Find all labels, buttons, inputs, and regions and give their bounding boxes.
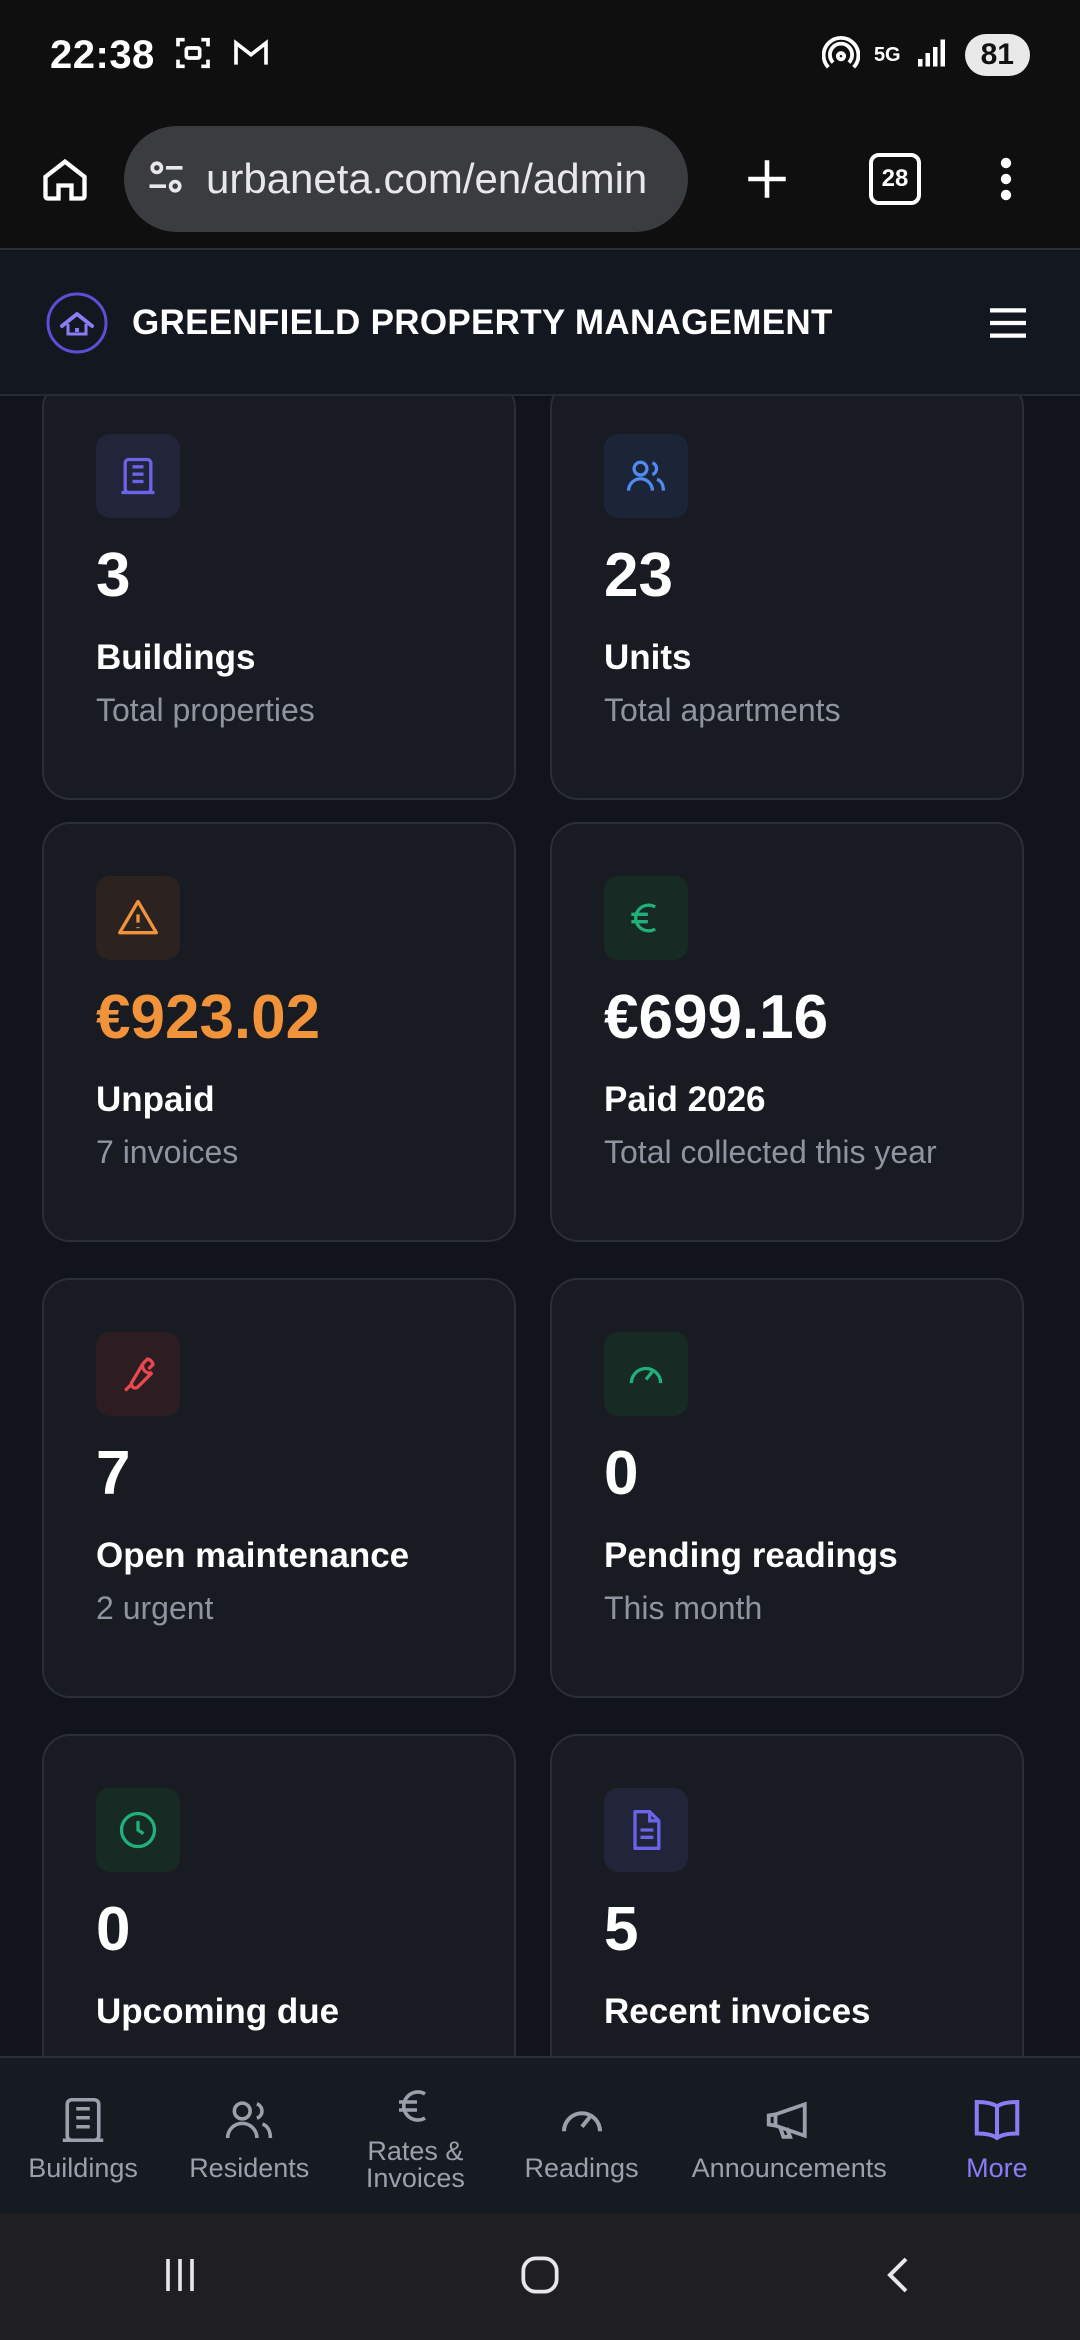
- app-header: GREENFIELD PROPERTY MANAGEMENT: [0, 252, 1080, 396]
- recent-apps-button[interactable]: [156, 2251, 204, 2304]
- card-value: €923.02: [96, 983, 321, 1052]
- card-recent-invoices[interactable]: 5 Recent invoices: [550, 1734, 1024, 2056]
- url-text[interactable]: urbaneta.com/en/admin: [206, 155, 647, 203]
- status-time: 22:38: [50, 32, 155, 77]
- home-icon: [43, 158, 87, 201]
- nav-label: Announcements: [691, 2152, 887, 2183]
- card-label: Unpaid: [96, 1080, 215, 1119]
- card-value: 7: [96, 1439, 131, 1508]
- card-icon-box: [604, 1788, 688, 1872]
- site-settings-icon[interactable]: [144, 155, 188, 204]
- card-subtext: This month: [604, 1590, 763, 1626]
- clock-icon: [119, 1811, 157, 1849]
- card-label: Recent invoices: [604, 1992, 871, 2031]
- card-value: €699.16: [604, 983, 829, 1052]
- card-value: 5: [604, 1895, 639, 1964]
- card-value: 23: [604, 541, 673, 610]
- card-subtext: Total apartments: [604, 692, 841, 728]
- home-button[interactable]: [30, 144, 100, 214]
- nav-item-announcements[interactable]: Announcements: [665, 2058, 914, 2216]
- nav-label: Buildings: [28, 2152, 138, 2183]
- card-label: Open maintenance: [96, 1536, 410, 1575]
- book-icon: [974, 2099, 1020, 2141]
- warning-icon: [118, 899, 158, 935]
- card-icon-box: [96, 1332, 180, 1416]
- plus-icon: [748, 160, 786, 198]
- card-subtext: Total properties: [96, 692, 315, 728]
- euro-icon: [631, 903, 657, 933]
- nav-item-more[interactable]: More: [914, 2058, 1080, 2216]
- gmail-icon: [231, 33, 271, 78]
- card-units[interactable]: 23 Units Total apartments: [550, 396, 1024, 800]
- signal-icon: [915, 35, 951, 76]
- tab-count[interactable]: 28: [869, 153, 921, 205]
- tab-switcher-button[interactable]: 28: [860, 144, 930, 214]
- building-icon: [62, 2097, 104, 2142]
- battery-indicator: 81: [964, 34, 1030, 76]
- users-icon: [626, 460, 666, 491]
- card-value: 0: [604, 1439, 639, 1508]
- card-paid[interactable]: €699.16 Paid 2026 Total collected this y…: [550, 822, 1024, 1242]
- card-icon-box: [96, 1788, 180, 1872]
- card-value: 3: [96, 541, 131, 610]
- card-icon-box: [604, 1332, 688, 1416]
- recent-apps-icon: [165, 2258, 194, 2291]
- wrench-icon: [123, 1357, 155, 1392]
- card-label: Buildings: [96, 638, 256, 677]
- nav-label: More: [966, 2152, 1028, 2183]
- users-icon: [226, 2100, 273, 2138]
- card-subtext: 7 invoices: [96, 1134, 239, 1170]
- euro-icon: [399, 2090, 427, 2122]
- card-maintenance[interactable]: 7 Open maintenance 2 urgent: [42, 1278, 516, 1698]
- nav-label: Readings: [524, 2152, 639, 2183]
- stats-grid: 3 Buildings Total properties 23 Units To…: [0, 396, 1080, 2056]
- hotspot-icon: [821, 34, 861, 77]
- card-buildings[interactable]: 3 Buildings Total properties: [42, 396, 516, 800]
- menu-icon: [990, 308, 1026, 338]
- nav-item-residents[interactable]: Residents: [166, 2058, 332, 2216]
- nav-item-rates-invoices[interactable]: Rates & Invoices: [332, 2058, 498, 2216]
- card-icon-box: [96, 876, 180, 960]
- card-value: 0: [96, 1895, 131, 1964]
- nav-item-readings[interactable]: Readings: [498, 2058, 664, 2216]
- gauge-icon: [561, 2110, 602, 2131]
- megaphone-icon: [767, 2101, 807, 2139]
- org-name: GREENFIELD PROPERTY MANAGEMENT: [132, 303, 833, 342]
- new-tab-button[interactable]: [732, 144, 802, 214]
- more-vertical-icon: [1000, 157, 1012, 201]
- system-nav-bar: [0, 2214, 1080, 2340]
- card-upcoming-due[interactable]: 0 Upcoming due: [42, 1734, 516, 2056]
- card-subtext: 2 urgent: [96, 1590, 214, 1626]
- logo-icon[interactable]: [44, 290, 110, 356]
- card-label: Pending readings: [604, 1536, 898, 1575]
- building-icon: [121, 457, 155, 495]
- home-circle-icon: [521, 2255, 559, 2294]
- screenshot-icon: [173, 33, 213, 78]
- card-label: Units: [604, 638, 692, 677]
- browser-menu-button[interactable]: [986, 144, 1026, 214]
- card-unpaid[interactable]: €923.02 Unpaid 7 invoices: [42, 822, 516, 1242]
- browser-toolbar: urbaneta.com/en/admin 28: [0, 110, 1080, 250]
- card-icon-box: [96, 434, 180, 518]
- address-bar[interactable]: urbaneta.com/en/admin: [124, 126, 688, 232]
- network-type-icon: 5G: [873, 43, 901, 66]
- nav-item-buildings[interactable]: Buildings: [0, 2058, 166, 2216]
- card-readings[interactable]: 0 Pending readings This month: [550, 1278, 1024, 1698]
- back-chevron-icon: [887, 2257, 908, 2292]
- nav-label: Residents: [189, 2152, 310, 2183]
- card-label: Paid 2026: [604, 1080, 766, 1119]
- status-bar: 22:38 5G 81: [0, 0, 1080, 110]
- card-subtext: Total collected this year: [604, 1134, 937, 1170]
- nav-label: Rates & Invoices: [365, 2136, 465, 2193]
- hamburger-menu-button[interactable]: [980, 295, 1036, 351]
- bottom-nav: Buildings Residents Rates & Invoices Rea…: [0, 2056, 1080, 2216]
- card-icon-box: [604, 434, 688, 518]
- system-home-button[interactable]: [515, 2250, 565, 2305]
- card-label: Upcoming due: [96, 1992, 340, 2031]
- document-icon: [633, 1810, 661, 1850]
- card-icon-box: [604, 876, 688, 960]
- gauge-icon: [629, 1366, 663, 1384]
- system-back-button[interactable]: [876, 2251, 924, 2304]
